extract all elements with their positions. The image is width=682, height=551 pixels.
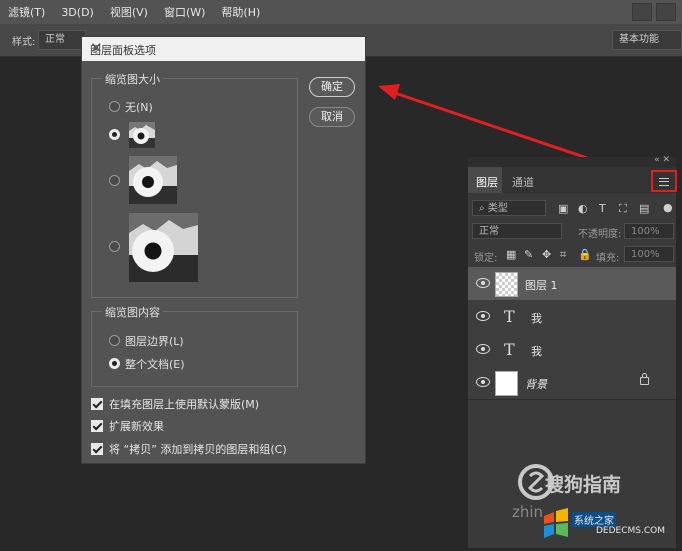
layer-name[interactable]: 图层 1	[525, 277, 558, 293]
layer-name[interactable]: 背景	[525, 376, 547, 392]
checkbox-expand-effects[interactable]	[91, 420, 103, 432]
lock-all-icon[interactable]: 🔒	[578, 248, 592, 261]
lock-artboard-icon[interactable]: ⌗	[560, 248, 566, 262]
layer-thumbnail	[495, 272, 518, 297]
radio-small[interactable]	[109, 129, 120, 140]
text-layer-icon: T	[504, 340, 515, 359]
menubar: 滤镜(T) 3D(D) 视图(V) 窗口(W) 帮助(H)	[0, 0, 682, 24]
tab-layers[interactable]: 图层	[476, 174, 498, 190]
thumbnail-content-group: 缩览图内容	[91, 304, 298, 387]
close-icon[interactable]: ✕	[90, 39, 357, 57]
style-select[interactable]: 正常	[38, 30, 86, 50]
radio-medium[interactable]	[109, 175, 120, 186]
panel-menu-button[interactable]	[651, 170, 677, 192]
eye-icon[interactable]	[476, 377, 490, 387]
thumbnail-small-image	[129, 122, 155, 148]
layer-name[interactable]: 我	[531, 343, 542, 359]
ok-button[interactable]: 确定	[309, 77, 355, 97]
menu-3d[interactable]: 3D(D)	[53, 6, 102, 19]
thumbnail-large-image	[129, 213, 198, 282]
checkbox-expand-effects-label: 扩展新效果	[109, 420, 164, 433]
filter-type-icon[interactable]: T	[599, 202, 606, 215]
layer-name[interactable]: 我	[531, 310, 542, 326]
tab-channels[interactable]: 通道	[512, 174, 534, 190]
checkbox-default-masks-label: 在填充图层上使用默认蒙版(M)	[109, 398, 260, 411]
thumbnail-size-legend: 缩览图大小	[102, 71, 163, 87]
layer-row[interactable]: 背景	[468, 366, 676, 400]
radio-entire-document-label: 整个文档(E)	[125, 358, 185, 371]
maximize-button[interactable]	[656, 3, 676, 21]
style-label: 样式:	[12, 37, 36, 48]
radio-layer-bounds[interactable]	[109, 335, 120, 346]
filter-toggle-icon[interactable]: ●	[663, 201, 673, 214]
radio-none[interactable]	[109, 101, 120, 112]
radio-large[interactable]	[109, 241, 120, 252]
lock-transparent-icon[interactable]: ▦	[506, 248, 516, 261]
watermark-site: 系统之家	[572, 512, 616, 527]
eye-icon[interactable]	[476, 278, 490, 288]
filter-smart-icon[interactable]: ▤	[639, 202, 649, 215]
filter-pixel-icon[interactable]: ▣	[558, 202, 568, 215]
fill-field[interactable]: 100%	[624, 246, 674, 262]
watermark-url: DEDECMS.COM	[596, 526, 665, 536]
thumbnail-content-legend: 缩览图内容	[102, 304, 163, 320]
workspace-select[interactable]: 基本功能	[612, 30, 682, 50]
lock-icon	[640, 373, 649, 385]
menu-view[interactable]: 视图(V)	[102, 4, 156, 20]
radio-none-label: 无(N)	[125, 101, 153, 114]
menu-help[interactable]: 帮助(H)	[213, 4, 268, 20]
radio-entire-document[interactable]	[109, 358, 120, 369]
lock-image-icon[interactable]: ✎	[524, 248, 533, 261]
collapse-icon[interactable]: « ✕	[654, 155, 670, 165]
filter-adjustment-icon[interactable]: ◐	[578, 202, 588, 215]
lock-position-icon[interactable]: ✥	[542, 248, 551, 261]
blend-mode-select[interactable]: 正常	[472, 223, 562, 239]
text-layer-icon: T	[504, 307, 515, 326]
layers-panel-options-dialog: 图层面板选项 ✕ 缩览图大小 无(N) 缩览图内容 图层边界(L) 整个文档(E…	[81, 36, 366, 464]
checkbox-default-masks[interactable]	[91, 398, 103, 410]
filter-kind-label: 类型	[487, 203, 508, 214]
eye-icon[interactable]	[476, 311, 490, 321]
radio-layer-bounds-label: 图层边界(L)	[125, 335, 184, 348]
panel-tabs: 图层 通道	[468, 167, 676, 193]
filter-kind-select[interactable]: ⌕ 类型	[472, 200, 546, 216]
layer-row[interactable]: T 我	[468, 300, 676, 334]
watermark-brand: 搜狗指南	[545, 474, 622, 496]
menu-window[interactable]: 窗口(W)	[156, 4, 213, 20]
hamburger-icon	[659, 178, 669, 186]
menu-filter[interactable]: 滤镜(T)	[0, 4, 53, 20]
checkbox-add-copy[interactable]	[91, 443, 103, 455]
opacity-label: 不透明度:	[578, 229, 622, 240]
filter-shape-icon[interactable]: ⛶	[619, 202, 627, 216]
opacity-field[interactable]: 100%	[624, 223, 674, 239]
lock-label: 锁定:	[474, 253, 498, 264]
cancel-button[interactable]: 取消	[309, 107, 355, 127]
eye-icon[interactable]	[476, 344, 490, 354]
watermark-prefix: zhin	[512, 503, 544, 521]
layer-row[interactable]: 图层 1	[468, 267, 676, 301]
dialog-titlebar: 图层面板选项 ✕	[82, 37, 365, 61]
layer-thumbnail	[495, 371, 518, 396]
minimize-button[interactable]	[632, 3, 652, 21]
panel-header-strip: « ✕	[468, 155, 676, 167]
layer-row[interactable]: T 我	[468, 333, 676, 367]
fill-label: 填充:	[596, 253, 620, 264]
thumbnail-medium-image	[129, 156, 177, 204]
checkbox-add-copy-label: 将 “拷贝” 添加到拷贝的图层和组(C)	[109, 443, 287, 456]
window-controls	[632, 3, 676, 21]
